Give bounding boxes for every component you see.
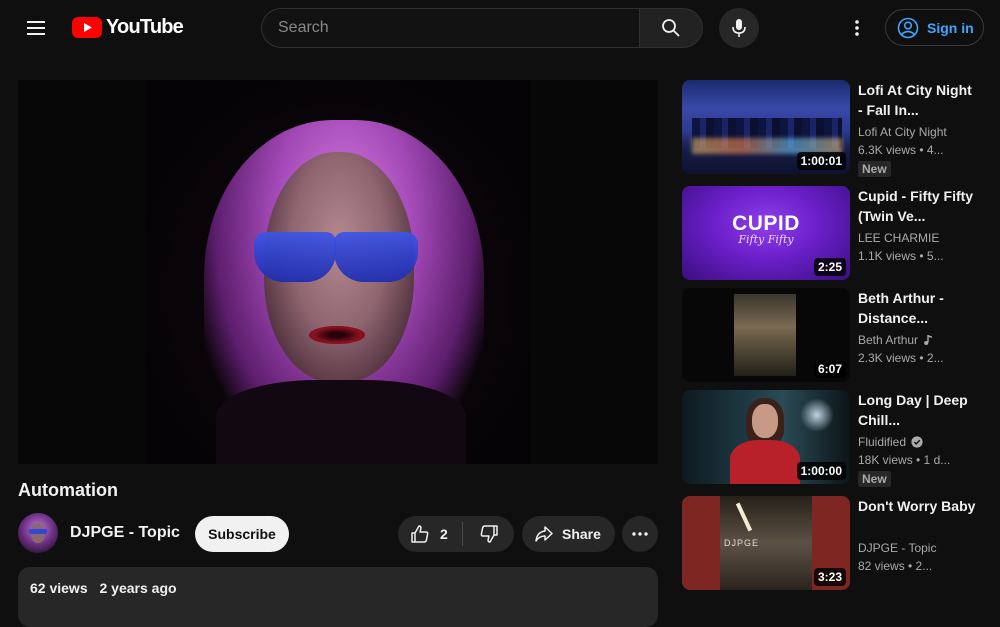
duration-badge: 1:00:00 xyxy=(796,462,846,480)
more-actions-button[interactable] xyxy=(622,516,658,552)
share-label: Share xyxy=(562,526,601,542)
thumb-face xyxy=(752,404,778,438)
recommendation-channel[interactable]: Beth Arthur xyxy=(858,333,933,347)
avatar-glasses xyxy=(29,529,47,534)
guide-menu-button[interactable] xyxy=(16,8,56,48)
subscribe-button[interactable]: Subscribe xyxy=(195,516,289,552)
recommendation-title[interactable]: Cupid - Fifty Fifty (Twin Ve... xyxy=(858,186,976,226)
thumbs-up-icon xyxy=(411,525,429,543)
art-glasses-left xyxy=(254,232,336,282)
recommendation-channel[interactable]: DJPGE - Topic xyxy=(858,541,936,555)
vertical-dots-icon xyxy=(855,20,859,36)
description-box[interactable]: 62 views 2 years ago xyxy=(18,567,658,627)
recommendation-title[interactable]: Long Day | Deep Chill... xyxy=(858,390,976,430)
art-shoulders xyxy=(216,380,466,464)
video-thumbnail[interactable]: 1:00:01 xyxy=(682,80,850,174)
duration-badge: 2:25 xyxy=(813,258,846,276)
thumb-djpge-text: DJPGE xyxy=(724,538,760,548)
music-note-icon xyxy=(924,335,933,345)
search-icon xyxy=(662,19,680,37)
horizontal-dots-icon xyxy=(632,532,648,536)
recommendation-item[interactable]: 1:00:00 Long Day | Deep Chill... Fluidif… xyxy=(682,390,982,487)
hamburger-menu-icon xyxy=(27,21,45,35)
channel-label: Lofi At City Night xyxy=(858,125,947,139)
sign-in-label: Sign in xyxy=(927,19,974,36)
youtube-play-logo-icon xyxy=(72,17,102,38)
microphone-icon xyxy=(732,19,746,37)
recommendation-item[interactable]: CUPID Fifty Fifty 2:25 Cupid - Fifty Fif… xyxy=(682,186,982,280)
recommendation-item[interactable]: 1:00:01 Lofi At City Night - Fall In... … xyxy=(682,80,982,177)
channel-name[interactable]: DJPGE - Topic xyxy=(70,524,180,542)
duration-badge: 3:23 xyxy=(813,568,846,586)
thumb-red-coat xyxy=(730,440,800,484)
video-thumbnail[interactable]: 6:07 xyxy=(682,288,850,382)
settings-menu-button[interactable] xyxy=(837,8,877,48)
upload-age: 2 years ago xyxy=(99,580,177,596)
recommendation-item[interactable]: DJPGE 3:23 Don't Worry Baby DJPGE - Topi… xyxy=(682,496,982,590)
top-bar: YouTube Sign in xyxy=(0,0,1000,56)
recommendation-title[interactable]: Lofi At City Night - Fall In... xyxy=(858,80,976,120)
recommendation-channel[interactable]: Fluidified xyxy=(858,435,923,449)
logo-text: YouTube xyxy=(106,16,184,38)
channel-avatar[interactable] xyxy=(18,513,58,553)
sign-in-button[interactable]: Sign in xyxy=(885,9,984,46)
search-box[interactable] xyxy=(261,8,640,48)
recommendation-channel[interactable]: LEE CHARMIE xyxy=(858,231,939,245)
recommendation-channel[interactable]: Lofi At City Night xyxy=(858,125,947,139)
art-glasses-right xyxy=(334,232,418,282)
like-button[interactable]: 2 xyxy=(398,516,462,552)
recommendation-meta: 82 views • 2... xyxy=(858,559,933,573)
recommendation-meta: 18K views • 1 d... xyxy=(858,453,951,467)
thumb-subtitle-text: Fifty Fifty xyxy=(738,233,794,246)
view-count: 62 views xyxy=(30,580,88,596)
album-art xyxy=(146,80,530,464)
new-badge: New xyxy=(858,161,891,177)
video-title: Automation xyxy=(18,480,118,500)
recommendation-title[interactable]: Beth Arthur - Distance... xyxy=(858,288,976,328)
account-circle-icon xyxy=(897,17,919,38)
recommendation-title[interactable]: Don't Worry Baby xyxy=(858,496,976,516)
youtube-logo[interactable]: YouTube xyxy=(72,16,184,39)
video-thumbnail[interactable]: CUPID Fifty Fifty 2:25 xyxy=(682,186,850,280)
voice-search-button[interactable] xyxy=(719,8,759,48)
video-player[interactable] xyxy=(18,80,658,464)
channel-label: Beth Arthur xyxy=(858,333,919,347)
share-arrow-icon xyxy=(535,526,553,542)
thumbs-down-icon xyxy=(480,525,498,543)
search-input[interactable] xyxy=(278,19,640,37)
dislike-button[interactable] xyxy=(463,516,514,552)
new-badge: New xyxy=(858,471,891,487)
channel-label: LEE CHARMIE xyxy=(858,231,940,245)
verified-check-icon xyxy=(911,436,923,448)
recommendation-item[interactable]: 6:07 Beth Arthur - Distance... Beth Arth… xyxy=(682,288,982,382)
recommendation-meta: 6.3K views • 4... xyxy=(858,143,944,157)
recommendation-meta: 2.3K views • 2... xyxy=(858,351,944,365)
like-count: 2 xyxy=(440,526,448,542)
art-lips xyxy=(309,326,365,344)
search-button[interactable] xyxy=(639,8,703,48)
recommendation-meta: 1.1K views • 5... xyxy=(858,249,944,263)
thumb-poster xyxy=(734,294,796,376)
share-button[interactable]: Share xyxy=(522,516,615,552)
duration-badge: 1:00:01 xyxy=(796,152,846,170)
channel-label: Fluidified xyxy=(858,435,907,449)
video-thumbnail[interactable]: 1:00:00 xyxy=(682,390,850,484)
video-thumbnail[interactable]: DJPGE 3:23 xyxy=(682,496,850,590)
like-dislike-group: 2 xyxy=(398,516,514,552)
thumb-lamp xyxy=(800,398,834,432)
channel-label: DJPGE - Topic xyxy=(858,541,937,555)
duration-badge: 6:07 xyxy=(813,360,846,378)
